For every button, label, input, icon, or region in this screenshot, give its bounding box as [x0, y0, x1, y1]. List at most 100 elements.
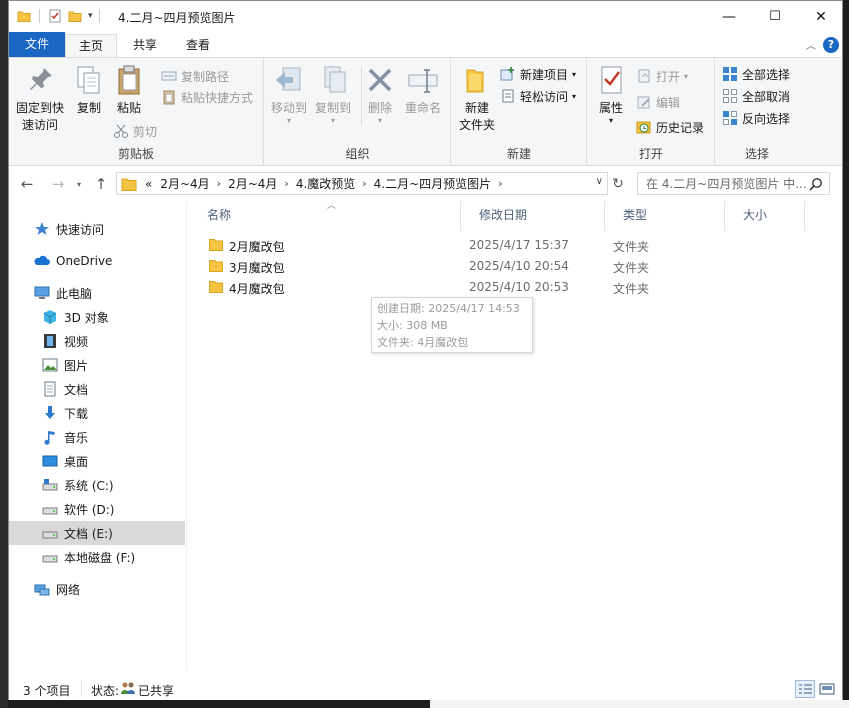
- chevron-right-icon[interactable]: ›: [498, 177, 502, 190]
- table-row[interactable]: 3月魔改包 2025/4/10 20:54 文件夹: [207, 256, 827, 277]
- large-icons-view-icon: [819, 683, 835, 695]
- back-arrow-icon[interactable]: ←: [16, 173, 38, 195]
- customize-toolbar-icon[interactable]: ▾: [88, 11, 93, 21]
- minimize-button[interactable]: —: [706, 1, 752, 32]
- invert-selection-button[interactable]: 反向选择: [722, 108, 790, 128]
- document-icon: [42, 381, 58, 397]
- nav-item-label: 文档: [64, 382, 89, 397]
- nav-item-label: 本地磁盘 (F:): [64, 550, 136, 565]
- maximize-button[interactable]: ☐: [752, 1, 798, 32]
- details-view-button[interactable]: [795, 680, 815, 698]
- cube-icon: [42, 309, 58, 325]
- clipboard-group: 固定到快 速访问 复制 粘贴 复制路径 粘贴快捷方式 剪切 剪贴板: [9, 58, 264, 166]
- music-icon: [42, 429, 58, 445]
- column-header-name[interactable]: 名称: [189, 201, 461, 231]
- easy-access-button[interactable]: 轻松访问 ▾: [500, 86, 576, 106]
- nav-item-pictures[interactable]: 图片: [9, 353, 185, 377]
- edit-button[interactable]: 编辑: [636, 92, 680, 112]
- large-icons-view-button[interactable]: [817, 680, 837, 698]
- pin-icon: [24, 64, 56, 96]
- collapse-ribbon-icon[interactable]: ︿: [806, 37, 816, 52]
- new-folder-button[interactable]: 新建 文件夹: [456, 64, 498, 134]
- tab-file[interactable]: 文件: [9, 32, 65, 57]
- breadcrumb-item[interactable]: 2月~4月: [228, 175, 277, 192]
- properties-button[interactable]: 属性 ▾: [592, 64, 630, 125]
- nav-item-quick-access[interactable]: 快速访问: [9, 217, 185, 241]
- taskbar-edge: [430, 700, 849, 708]
- dropdown-arrow-icon: ▾: [572, 69, 577, 79]
- nav-item-label: 视频: [64, 334, 89, 349]
- file-type: 文件夹: [613, 261, 650, 275]
- chevron-right-icon[interactable]: ›: [217, 177, 221, 190]
- column-header-type[interactable]: 类型: [605, 201, 725, 231]
- address-dropdown-icon[interactable]: ∨: [596, 176, 603, 187]
- new-item-button[interactable]: 新建项目 ▾: [500, 64, 576, 84]
- new-folder-label-2: 文件夹: [458, 118, 495, 132]
- nav-item-music[interactable]: 音乐: [9, 425, 185, 449]
- cut-button[interactable]: 剪切: [113, 121, 157, 141]
- invert-selection-icon: [722, 110, 738, 126]
- forward-arrow-icon[interactable]: →: [47, 173, 69, 195]
- history-label: 历史记录: [656, 120, 705, 135]
- search-box[interactable]: 在 4.二月~四月预览图片 中...: [637, 172, 830, 195]
- delete-button[interactable]: 删除 ▾: [363, 64, 397, 125]
- nav-item-network[interactable]: 网络: [9, 577, 185, 601]
- chevron-right-icon[interactable]: ›: [284, 177, 288, 190]
- breadcrumb-item[interactable]: 4.魔改预览: [296, 175, 355, 192]
- pin-label-2: 速访问: [21, 118, 58, 132]
- nav-item-label: 音乐: [64, 430, 89, 445]
- recent-locations-icon[interactable]: ▾: [68, 173, 90, 195]
- nav-item-drive-d[interactable]: 软件 (D:): [9, 497, 185, 521]
- properties-quick-icon[interactable]: [48, 9, 62, 23]
- breadcrumb-overflow[interactable]: «: [145, 177, 152, 191]
- move-to-button[interactable]: 移动到 ▾: [269, 64, 309, 125]
- nav-item-drive-e[interactable]: 文档 (E:): [9, 521, 185, 545]
- paste-shortcut-button[interactable]: 粘贴快捷方式: [161, 87, 253, 107]
- nav-item-desktop[interactable]: 桌面: [9, 449, 185, 473]
- separator: [39, 9, 40, 23]
- paste-label: 粘贴: [116, 101, 141, 115]
- nav-item-drive-c[interactable]: 系统 (C:): [9, 473, 185, 497]
- address-bar[interactable]: « 2月~4月 › 2月~4月 › 4.魔改预览 › 4.二月~四月预览图片 ›…: [116, 172, 608, 195]
- open-button[interactable]: 打开 ▾: [636, 66, 688, 86]
- nav-item-drive-f[interactable]: 本地磁盘 (F:): [9, 545, 185, 569]
- rename-label: 重命名: [404, 101, 441, 115]
- share-state-value: 已共享: [138, 684, 175, 698]
- column-header-size[interactable]: 大小: [725, 201, 805, 231]
- tab-share[interactable]: 共享: [119, 34, 171, 57]
- copy-button[interactable]: 复制: [71, 64, 107, 117]
- breadcrumb-item[interactable]: 4.二月~四月预览图片: [374, 175, 492, 192]
- close-button[interactable]: ✕: [798, 1, 844, 32]
- nav-item-downloads[interactable]: 下载: [9, 401, 185, 425]
- nav-item-3d-objects[interactable]: 3D 对象: [9, 305, 185, 329]
- new-folder-icon: [461, 64, 493, 96]
- file-type: 文件夹: [613, 240, 650, 254]
- copy-to-icon: [317, 64, 349, 96]
- nav-item-videos[interactable]: 视频: [9, 329, 185, 353]
- column-header-date[interactable]: 修改日期: [461, 201, 605, 231]
- nav-item-onedrive[interactable]: OneDrive: [9, 249, 185, 273]
- tab-home[interactable]: 主页: [65, 34, 117, 57]
- new-folder-quick-icon[interactable]: [68, 9, 82, 23]
- breadcrumb-item[interactable]: 2月~4月: [160, 175, 209, 192]
- open-group: 属性 ▾ 打开 ▾ 编辑 历史记录 打开: [588, 58, 715, 166]
- select-none-button[interactable]: 全部取消: [722, 86, 790, 106]
- nav-item-documents[interactable]: 文档: [9, 377, 185, 401]
- table-row[interactable]: 2月魔改包 2025/4/17 15:37 文件夹: [207, 235, 827, 256]
- up-arrow-icon[interactable]: ↑: [90, 173, 112, 195]
- select-all-button[interactable]: 全部选择: [722, 64, 790, 84]
- tab-view[interactable]: 查看: [172, 34, 224, 57]
- table-row[interactable]: 4月魔改包 2025/4/10 20:53 文件夹: [207, 277, 827, 298]
- copy-path-button[interactable]: 复制路径: [161, 66, 229, 86]
- search-icon[interactable]: [809, 177, 823, 191]
- paste-button[interactable]: 粘贴: [111, 64, 147, 117]
- rename-button[interactable]: 重命名: [401, 64, 445, 117]
- pin-to-quick-access-button[interactable]: 固定到快 速访问: [13, 64, 67, 134]
- history-button[interactable]: 历史记录: [636, 117, 704, 137]
- copy-to-button[interactable]: 复制到 ▾: [311, 64, 355, 125]
- drive-icon: [42, 549, 58, 565]
- chevron-right-icon[interactable]: ›: [362, 177, 366, 190]
- refresh-icon[interactable]: ↻: [607, 173, 629, 195]
- nav-item-this-pc[interactable]: 此电脑: [9, 281, 185, 305]
- help-icon[interactable]: ?: [823, 37, 839, 53]
